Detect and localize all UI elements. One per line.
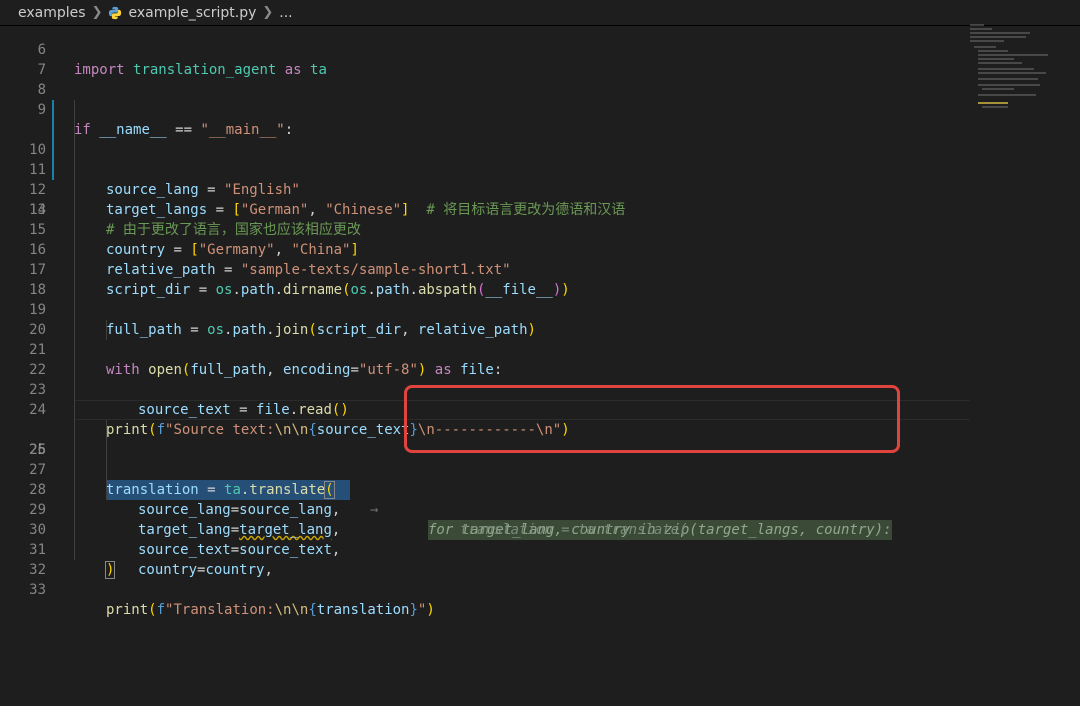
minimap[interactable]	[968, 22, 1080, 112]
indent-guide	[74, 140, 75, 160]
code-line[interactable]: 28 source_text=source_text,	[0, 460, 970, 558]
code-line[interactable]: 15 relative_path = "sample-texts/sample-…	[0, 200, 970, 278]
indent-guide	[74, 160, 75, 180]
indent-guide	[74, 440, 75, 460]
indent-guide	[74, 340, 75, 360]
code-line[interactable]: 7	[0, 40, 970, 78]
modified-line-marker	[52, 100, 54, 120]
indent-guide	[74, 520, 75, 540]
code-line[interactable]: 14	[0, 180, 970, 218]
modified-line-marker	[52, 160, 54, 180]
code-line[interactable]: 9 if __name__ == "__main__":	[0, 80, 970, 138]
indent-guide	[106, 480, 107, 500]
code-line[interactable]: 10 source_lang = "English"	[0, 100, 970, 198]
line-number: 33	[29, 582, 46, 598]
indent-guide	[74, 420, 75, 440]
code-line[interactable]: 31	[0, 520, 970, 558]
python-file-icon	[109, 6, 122, 19]
indent-guide	[74, 360, 75, 380]
code-line[interactable]: 17	[0, 240, 970, 278]
chevron-right-icon: ❯	[91, 5, 103, 20]
modified-line-marker	[52, 140, 54, 160]
code-line[interactable]: 29 country=country,	[0, 480, 970, 578]
code-text: print(f"Translation:\n\n{translation}")	[106, 602, 435, 618]
indent-guide	[74, 480, 75, 500]
code-line[interactable]: 21 source_text = file.read()	[0, 320, 970, 418]
indent-guide	[74, 240, 75, 260]
indent-guide	[106, 420, 107, 440]
indent-guide	[74, 280, 75, 300]
indent-guide	[106, 320, 107, 340]
indent-guide	[74, 180, 75, 200]
code-line[interactable]: 19	[0, 280, 970, 318]
code-editor[interactable]: 6 import translation_agent as ta 7 8 9 i…	[0, 20, 970, 706]
code-line[interactable]: 30 )	[0, 500, 970, 579]
highlight-annotation-box	[404, 385, 900, 453]
indent-guide	[74, 200, 75, 220]
indent-guide	[74, 220, 75, 240]
code-line[interactable]: 11 target_langs = ["German", "Chinese"] …	[0, 120, 970, 218]
chevron-right-icon: ❯	[262, 5, 274, 20]
indent-guide	[74, 400, 75, 420]
indent-guide	[74, 120, 75, 140]
indent-guide	[106, 460, 107, 480]
code-line[interactable]: 13 country = ["Germany", "China"]	[0, 160, 970, 258]
indent-guide	[74, 100, 75, 120]
indent-guide	[74, 260, 75, 280]
code-line[interactable]: 20 with open(full_path, encoding="utf-8"…	[0, 300, 970, 378]
indent-guide	[74, 500, 75, 520]
breadcrumb-folder[interactable]: examples	[18, 5, 86, 21]
indent-guide	[74, 540, 75, 560]
code-line[interactable]: 33	[0, 560, 970, 598]
code-line[interactable]: 12 # 由于更改了语言，国家也应该相应更改	[0, 140, 970, 238]
code-line[interactable]: 23 print(f"Source text:\n\n{source_text}…	[0, 360, 970, 438]
breadcrumb-ellipsis[interactable]: ...	[279, 5, 292, 21]
code-line[interactable]: 22	[0, 340, 970, 378]
breadcrumb-file[interactable]: example_script.py	[128, 5, 256, 21]
code-line[interactable]: 32 print(f"Translation:\n\n{translation}…	[0, 540, 970, 618]
modified-line-marker	[52, 120, 54, 140]
indent-guide	[74, 380, 75, 400]
code-line[interactable]: 16 script_dir = os.path.dirname(os.path.…	[0, 220, 970, 298]
code-line[interactable]: 6 import translation_agent as ta	[0, 20, 970, 78]
indent-guide	[74, 460, 75, 480]
indent-guide	[106, 440, 107, 460]
indent-guide	[74, 320, 75, 340]
code-line[interactable]: 8	[0, 60, 970, 98]
code-line[interactable]: 18 full_path = os.path.join(script_dir, …	[0, 260, 970, 338]
indent-guide	[74, 300, 75, 320]
